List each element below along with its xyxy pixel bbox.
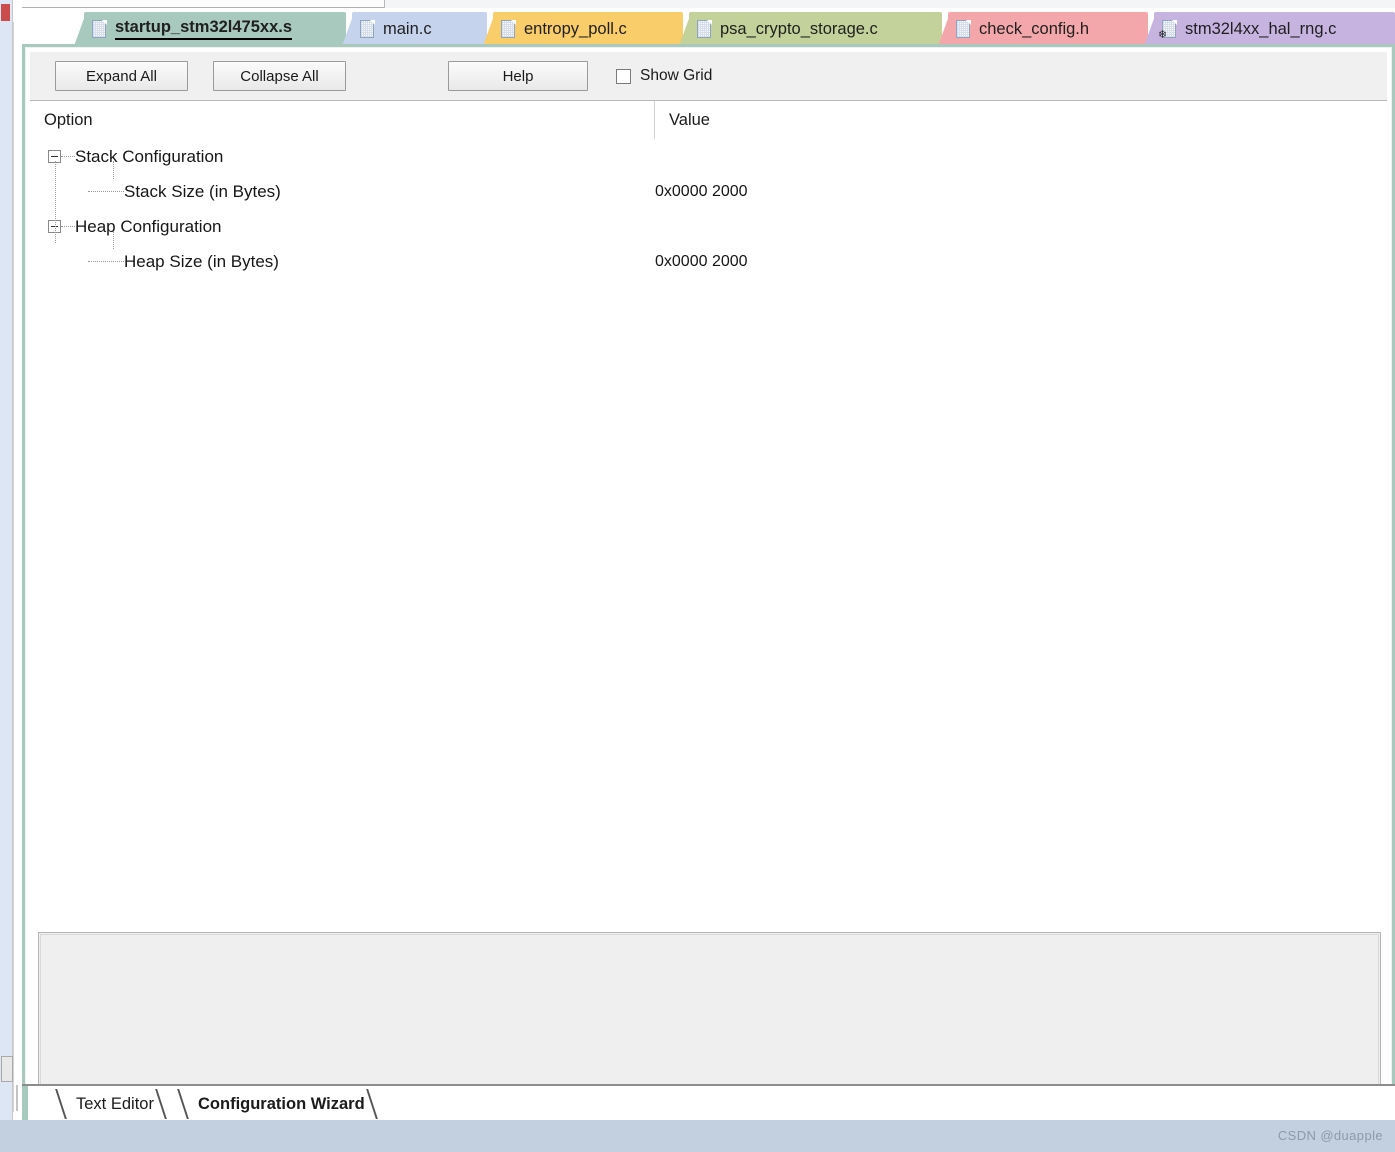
wizard-toolbar: Expand All Collapse All Help Show Grid [30, 52, 1387, 101]
configuration-wizard-panel: Expand All Collapse All Help Show Grid O… [22, 44, 1395, 1116]
tree-connector [61, 225, 75, 228]
editor-tab-bar: startup_stm32l475xx.s main.c entropy_poll.… [22, 8, 1395, 46]
editor-tab-label: main.c [383, 19, 432, 38]
top-toolbar-segment [22, 0, 385, 8]
tree-guide-line [113, 161, 115, 179]
tree-node: Stack Size (in Bytes) [30, 174, 281, 209]
file-icon [501, 19, 516, 39]
view-tab[interactable]: Text Editor [55, 1088, 179, 1120]
tree-header-row: Option Value [30, 101, 1387, 140]
tab-slash-right [365, 1089, 390, 1119]
file-modified-icon: ❄ [1158, 19, 1177, 40]
editor-tab-label: stm32l4xx_hal_rng.c [1185, 19, 1337, 38]
watermark-text: CSDN @duapple [1277, 1128, 1383, 1143]
file-icon [92, 19, 107, 39]
footer-band: CSDN @duapple [0, 1120, 1395, 1152]
column-header-option[interactable]: Option [30, 101, 655, 139]
editor-tab-label: entropy_poll.c [524, 19, 627, 38]
editor-tab[interactable]: ❄ stm32l4xx_hal_rng.c [1144, 12, 1395, 46]
editor-tab-label: psa_crypto_storage.c [720, 19, 878, 38]
tree-node: Heap Size (in Bytes) [30, 244, 279, 279]
tab-slash-right [155, 1089, 179, 1119]
option-tree: Stack Configuration Stack Size (in Bytes)… [30, 139, 1387, 927]
file-icon [697, 19, 712, 39]
file-icon [360, 19, 375, 39]
tree-guide-line [55, 161, 57, 243]
expand-all-button[interactable]: Expand All [55, 61, 188, 91]
view-tab-accent [22, 1086, 28, 1122]
column-header-value[interactable]: Value [655, 101, 1387, 139]
help-button[interactable]: Help [448, 61, 588, 91]
tree-connector [88, 190, 124, 193]
editor-tab-label: startup_stm32l475xx.s [115, 18, 293, 40]
tree-node: Heap Configuration [30, 209, 221, 244]
rail-divider [16, 1085, 18, 1111]
tree-value-label[interactable]: 0x0000 2000 [655, 183, 748, 201]
tree-value-label[interactable]: 0x0000 2000 [655, 253, 748, 271]
file-icon [956, 19, 971, 39]
show-grid-checkbox[interactable] [616, 68, 631, 84]
left-rail-group [0, 0, 24, 1152]
view-tab[interactable]: Configuration Wizard [177, 1088, 390, 1120]
tree-connector [88, 260, 124, 263]
configuration-wizard-body: Expand All Collapse All Help Show Grid O… [25, 47, 1392, 1114]
tree-node: Stack Configuration [30, 139, 223, 174]
editor-tab-label: check_config.h [979, 19, 1090, 38]
tree-guide-line [113, 231, 115, 249]
tree-row[interactable]: Stack Size (in Bytes) 0x0000 2000 [30, 174, 1387, 209]
editor-tab[interactable]: entropy_poll.c [483, 12, 683, 46]
tree-option-label: Stack Size (in Bytes) [124, 181, 281, 201]
view-tab-label: Text Editor [76, 1094, 154, 1113]
tree-row[interactable]: Heap Size (in Bytes) 0x0000 2000 [30, 244, 1387, 279]
red-bookmark-marker-icon[interactable] [1, 4, 10, 21]
tree-option-label: Stack Configuration [75, 146, 224, 166]
rail-scroll-thumb[interactable] [1, 1056, 13, 1082]
show-grid-label: Show Grid [640, 67, 713, 84]
editor-tab[interactable]: startup_stm32l475xx.s [74, 12, 346, 46]
editor-tab[interactable]: main.c [342, 12, 487, 46]
view-tab-bar: Text Editor Configuration Wizard [22, 1084, 1395, 1122]
tree-row[interactable]: Stack Configuration [30, 139, 1387, 174]
tree-option-label: Heap Size (in Bytes) [124, 251, 279, 271]
tree-connector [61, 155, 75, 158]
overview-ruler-rail[interactable] [0, 0, 13, 1136]
view-tab-label: Configuration Wizard [198, 1094, 365, 1113]
collapse-all-button[interactable]: Collapse All [213, 61, 346, 91]
tree-row[interactable]: Heap Configuration [30, 209, 1387, 244]
editor-tab[interactable]: psa_crypto_storage.c [679, 12, 942, 46]
show-grid-checkbox-row[interactable]: Show Grid [616, 67, 712, 85]
tree-option-label: Heap Configuration [75, 216, 222, 236]
editor-tab[interactable]: check_config.h [938, 12, 1148, 46]
